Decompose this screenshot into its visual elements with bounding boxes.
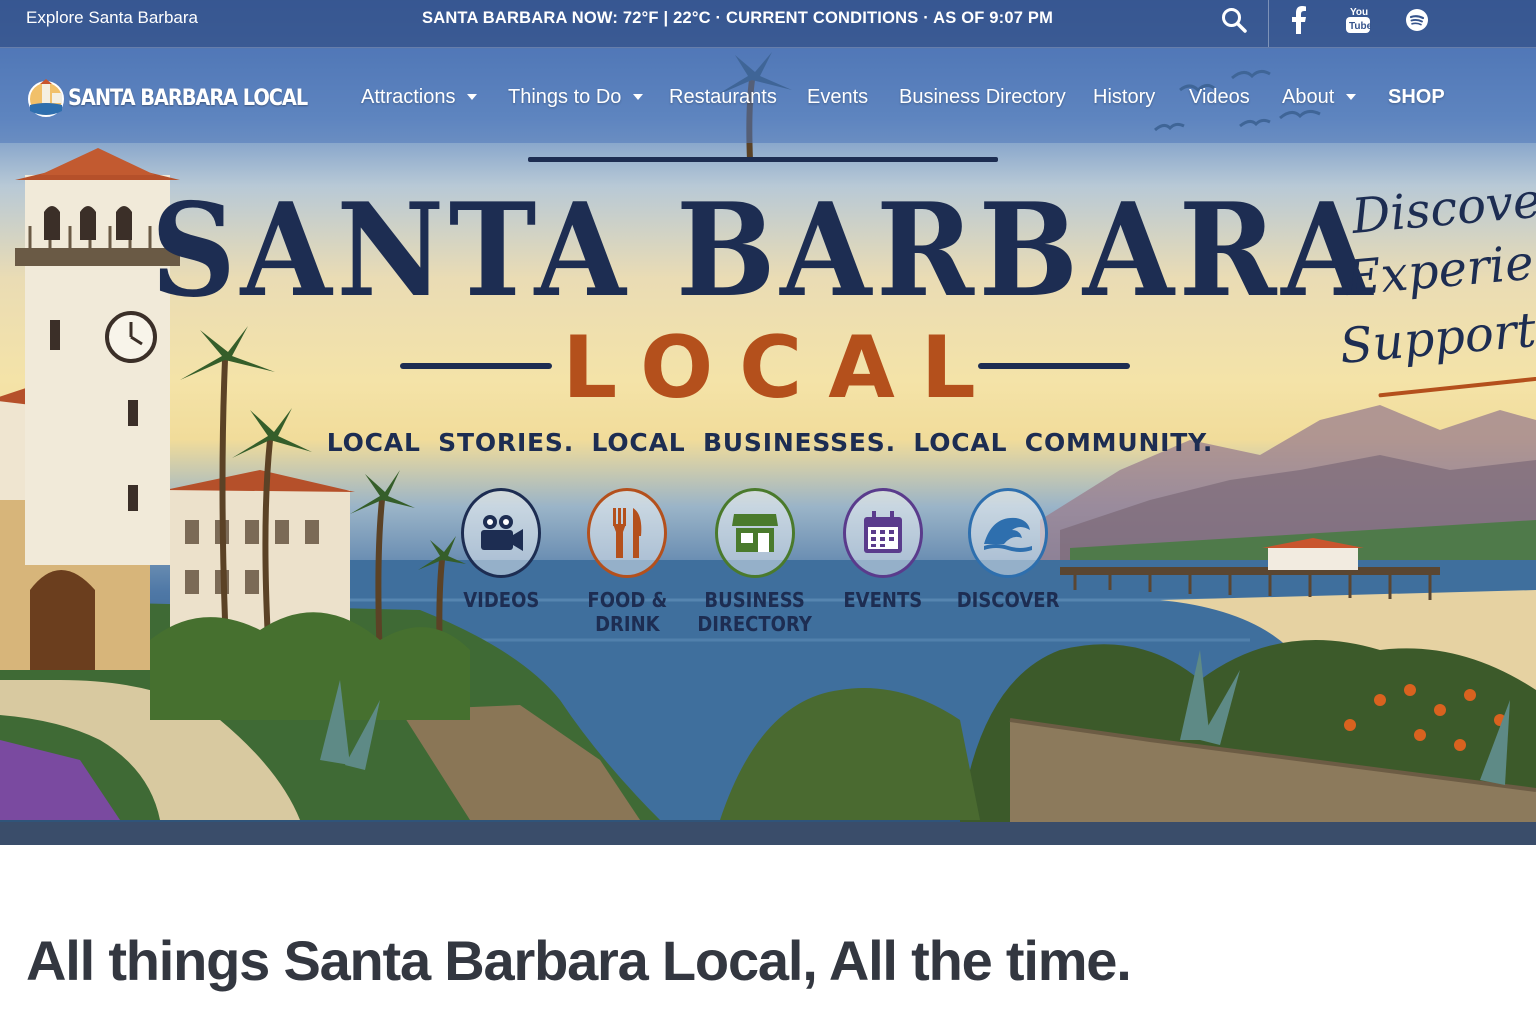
nav-label-attractions: Attractions <box>361 86 456 108</box>
chevron-down-icon <box>467 94 478 100</box>
title-top-rule <box>528 157 998 162</box>
nav-label-history: History <box>1093 86 1156 108</box>
nav-things-to-do[interactable]: Things to Do <box>508 85 644 109</box>
weather-ticker: SANTA BARBARA NOW: 72°F | 22°C · CURRENT… <box>422 9 1054 27</box>
category-discover[interactable]: DISCOVER <box>943 488 1073 612</box>
category-events[interactable]: EVENTS <box>818 488 948 612</box>
category-business-directory[interactable]: BUSINESS DIRECTORY <box>690 488 820 636</box>
svg-text:Tube: Tube <box>1349 21 1371 32</box>
nav-label-videos: Videos <box>1189 86 1250 108</box>
nav-shop[interactable]: SHOP <box>1388 85 1445 109</box>
nav-restaurants[interactable]: Restaurants <box>669 85 777 109</box>
nav-label-events: Events <box>807 86 869 108</box>
chevron-down-icon <box>633 94 644 100</box>
nav-label-things-to-do: Things to Do <box>508 86 622 108</box>
nav-attractions[interactable]: Attractions <box>361 85 478 109</box>
storefront-icon <box>715 488 795 578</box>
logo-emblem-icon <box>28 79 64 117</box>
site-logo[interactable]: SANTA BARBARA LOCAL <box>28 77 340 119</box>
nav-label-restaurants: Restaurants <box>669 86 777 108</box>
wave-icon <box>968 488 1048 578</box>
video-camera-icon <box>461 488 541 578</box>
nav-label-business-directory: Business Directory <box>899 86 1066 108</box>
explore-link[interactable]: Explore Santa Barbara <box>26 8 198 28</box>
nav-videos[interactable]: Videos <box>1189 85 1250 109</box>
category-label-food-drink: FOOD & DRINK <box>587 588 667 636</box>
nav-label-shop: SHOP <box>1388 86 1445 108</box>
nav-history[interactable]: History <box>1093 85 1155 109</box>
nav-business-directory[interactable]: Business Directory <box>899 85 1066 109</box>
calendar-icon <box>843 488 923 578</box>
chevron-down-icon <box>1346 94 1357 100</box>
svg-text:You: You <box>1350 7 1368 18</box>
category-label-business-directory: BUSINESS DIRECTORY <box>697 588 813 636</box>
category-label-events: EVENTS <box>843 588 923 612</box>
hero-tagline: LOCAL STORIES. LOCAL BUSINESSES. LOCAL C… <box>326 428 1214 457</box>
hero-subtitle: LOCAL <box>562 318 1002 418</box>
hero-bottom-strip <box>0 822 1536 845</box>
top-bar: Explore Santa Barbara SANTA BARBARA NOW:… <box>0 0 1536 48</box>
main-nav: SANTA BARBARA LOCAL Attractions Things t… <box>0 49 1536 143</box>
category-food-drink[interactable]: FOOD & DRINK <box>562 488 692 636</box>
nav-label-about: About <box>1282 86 1335 108</box>
facebook-icon[interactable] <box>1283 4 1315 36</box>
nav-events[interactable]: Events <box>807 85 868 109</box>
logo-text: SANTA BARBARA LOCAL <box>68 85 308 111</box>
hero-title: SANTA BARBARA <box>150 176 1378 326</box>
category-videos[interactable]: VIDEOS <box>436 488 566 612</box>
youtube-icon[interactable]: You Tube <box>1342 4 1374 36</box>
category-label-discover: DISCOVER <box>956 588 1060 612</box>
page-headline: All things Santa Barbara Local, All the … <box>26 929 1132 992</box>
subtitle-right-rule <box>978 363 1130 369</box>
nav-about[interactable]: About <box>1282 85 1357 109</box>
fork-knife-icon <box>587 488 667 578</box>
search-icon[interactable] <box>1218 4 1250 36</box>
topbar-divider <box>1268 0 1269 47</box>
category-label-videos: VIDEOS <box>462 588 540 612</box>
spotify-icon[interactable] <box>1401 4 1433 36</box>
